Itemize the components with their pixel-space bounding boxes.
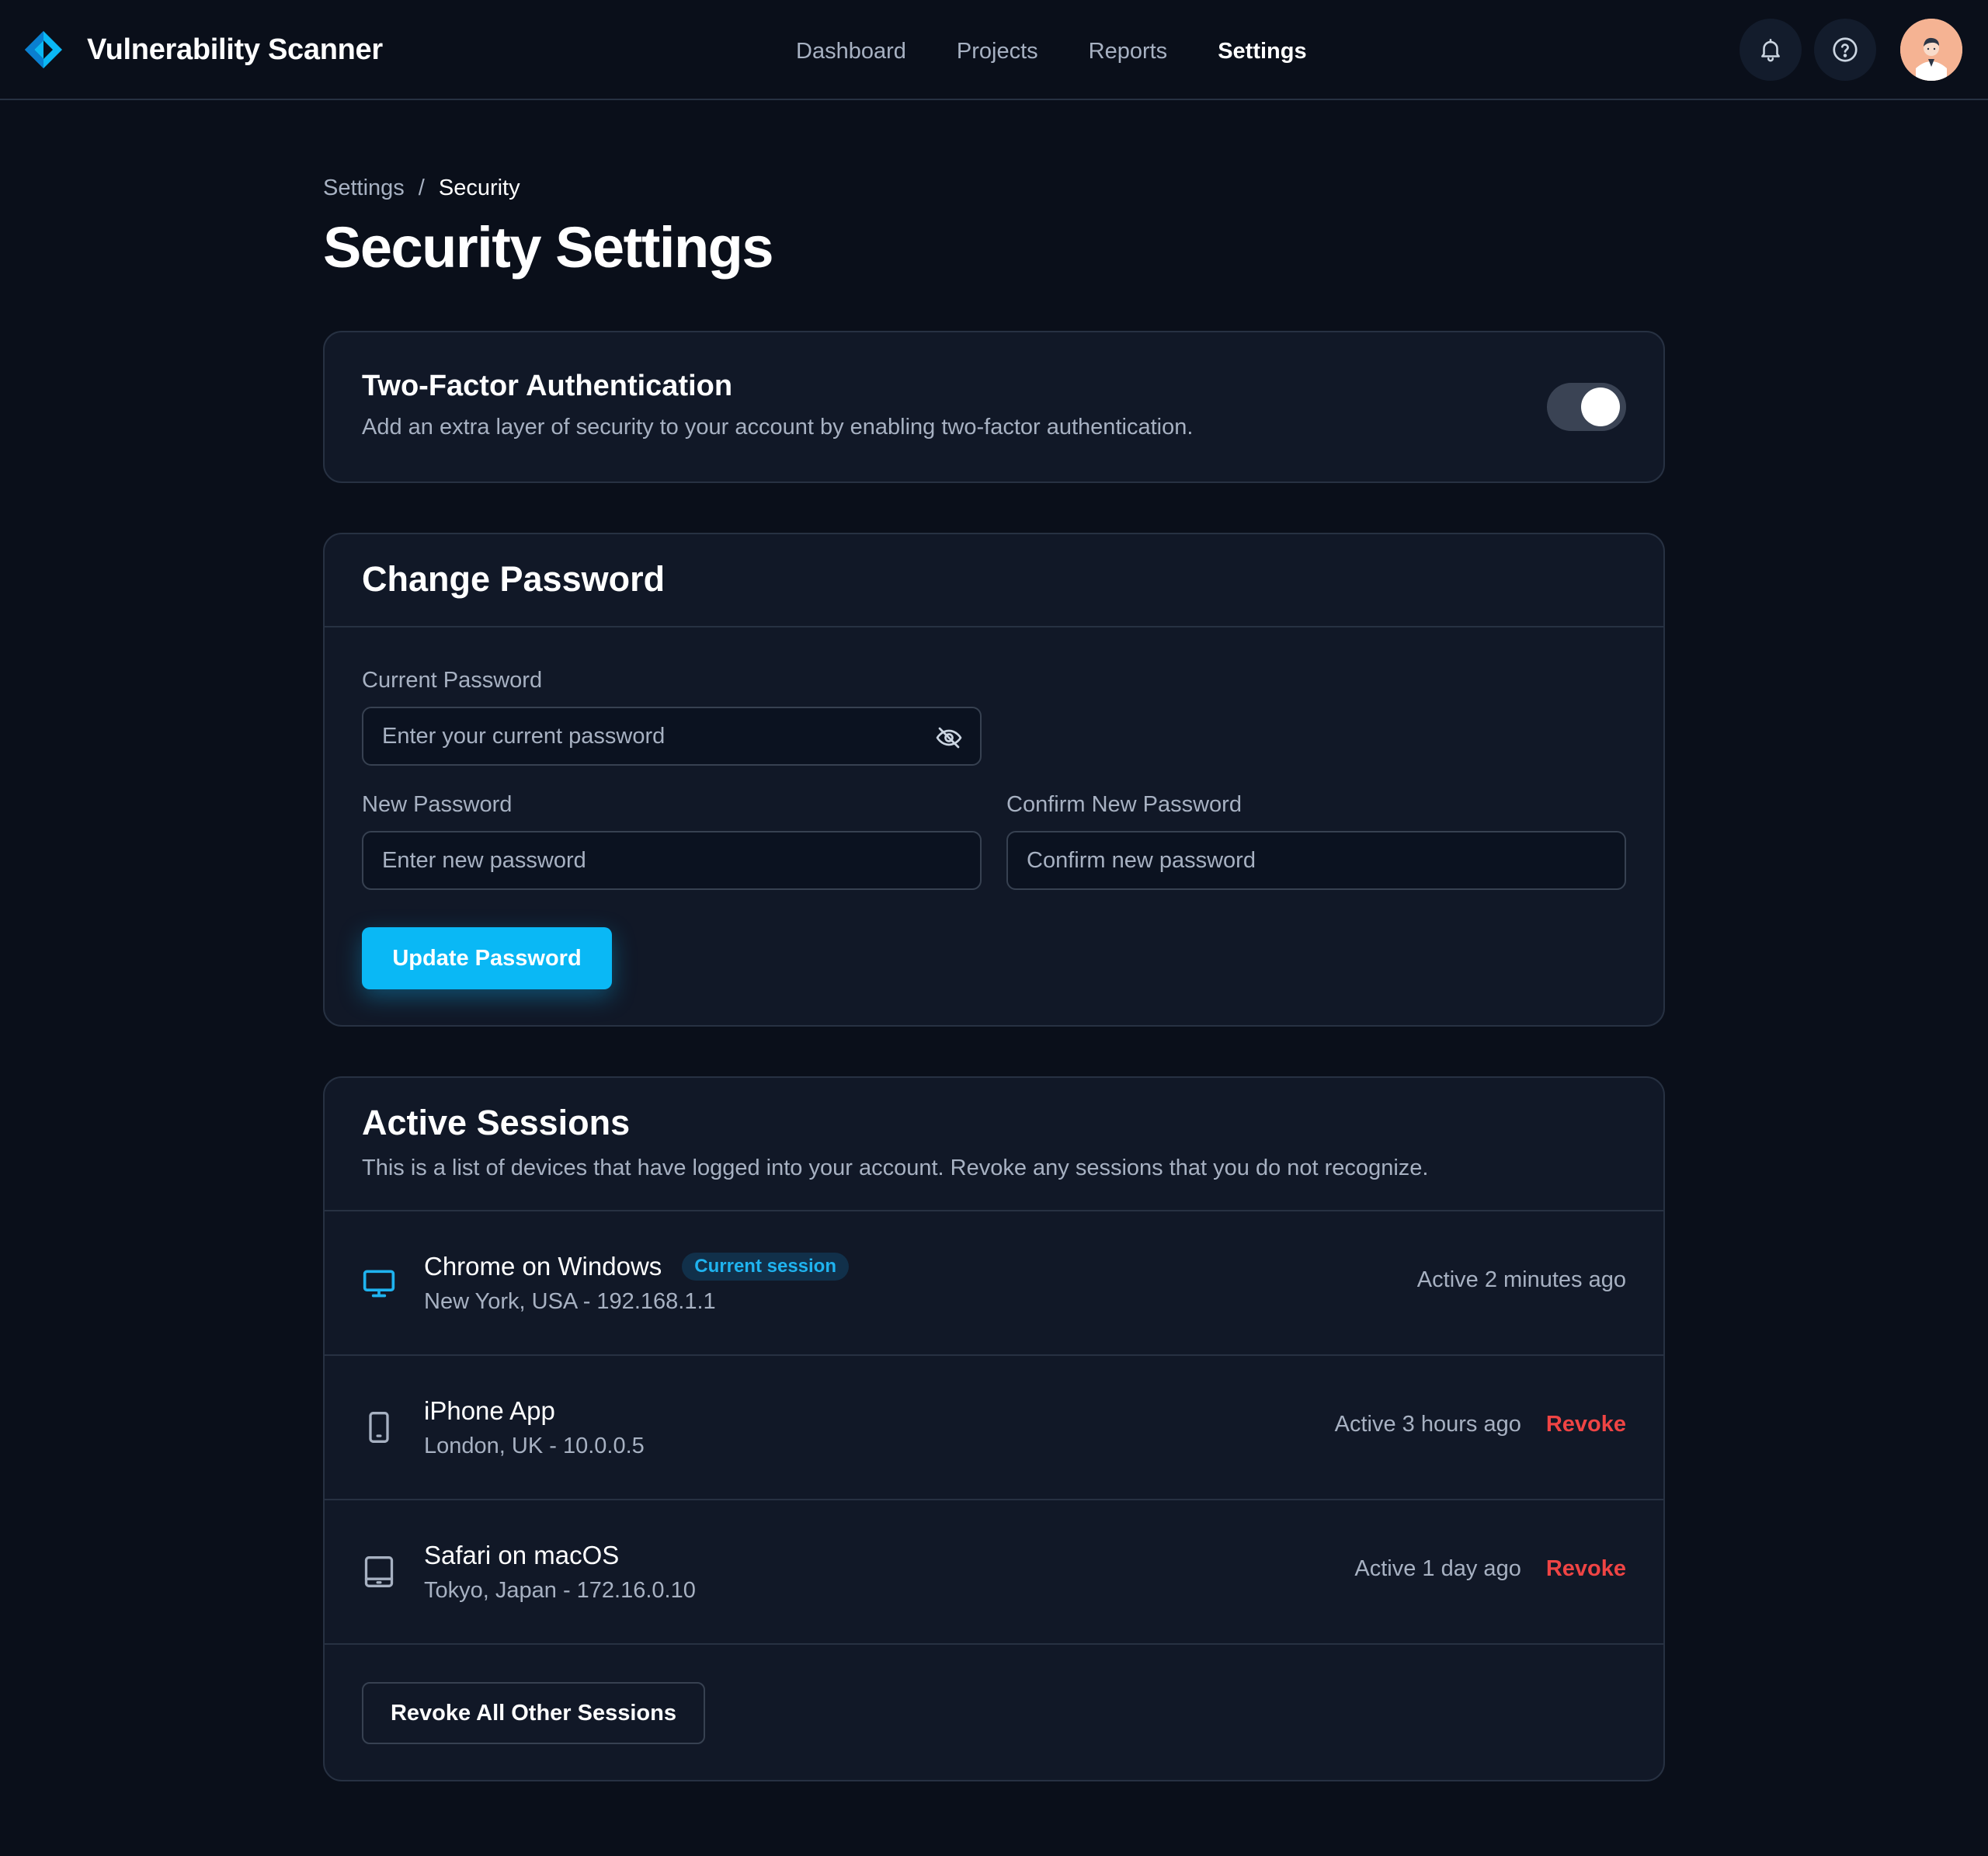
tablet-icon: [364, 1556, 394, 1587]
session-divider: [325, 1643, 1663, 1645]
change-password-title: Change Password: [362, 559, 666, 599]
desktop-icon: [363, 1270, 395, 1298]
breadcrumb-current: Security: [438, 176, 520, 200]
active-sessions-title: Active Sessions: [362, 1103, 631, 1142]
two-factor-toggle[interactable]: [1547, 383, 1626, 431]
confirm-password-placeholder: Confirm new password: [1027, 847, 1256, 873]
page-title: Security Settings: [323, 215, 774, 280]
app-title: Vulnerability Scanner: [87, 33, 383, 66]
breadcrumb: Settings / Security: [323, 176, 520, 201]
session-device: Chrome on Windows Current session: [424, 1252, 849, 1281]
two-factor-description: Add an extra layer of security to your a…: [362, 415, 1194, 440]
active-sessions-card: Active Sessions This is a list of device…: [323, 1076, 1665, 1781]
session-row: iPhone App London, UK - 10.0.0.5 Active …: [325, 1356, 1663, 1499]
revoke-session-button[interactable]: Revoke: [1546, 1556, 1626, 1582]
active-sessions-description: This is a list of devices that have logg…: [362, 1156, 1429, 1180]
notifications-button[interactable]: [1740, 19, 1802, 81]
top-navigation-bar: Vulnerability Scanner Dashboard Projects…: [0, 0, 1988, 100]
nav-link-settings[interactable]: Settings: [1218, 36, 1306, 67]
session-device-name: Chrome on Windows: [424, 1252, 662, 1281]
brand[interactable]: Vulnerability Scanner: [23, 30, 383, 70]
change-password-card: Change Password Current Password Enter y…: [323, 533, 1665, 1027]
session-device-name: iPhone App: [424, 1396, 555, 1425]
phone-icon: [369, 1412, 389, 1443]
revoke-session-button[interactable]: Revoke: [1546, 1412, 1626, 1437]
session-device: Safari on macOS: [424, 1541, 619, 1570]
session-last-active: Active 2 minutes ago: [1416, 1267, 1626, 1292]
card-divider: [325, 626, 1663, 627]
session-row: Safari on macOS Tokyo, Japan - 172.16.0.…: [325, 1500, 1663, 1643]
eye-off-icon[interactable]: [935, 724, 963, 752]
new-password-placeholder: Enter new password: [382, 847, 586, 873]
update-password-button[interactable]: Update Password: [362, 927, 612, 989]
avatar-illustration: [1900, 19, 1962, 81]
help-circle-icon: [1833, 37, 1858, 62]
session-device: iPhone App: [424, 1396, 555, 1426]
breadcrumb-separator: /: [418, 176, 425, 200]
current-password-input[interactable]: Enter your current password: [362, 707, 982, 766]
new-password-label: New Password: [362, 792, 513, 817]
session-last-active: Active 3 hours ago: [1334, 1412, 1521, 1437]
breadcrumb-parent[interactable]: Settings: [323, 176, 405, 201]
nav-link-dashboard[interactable]: Dashboard: [796, 36, 906, 67]
current-session-badge: Current session: [682, 1253, 849, 1281]
two-factor-title: Two-Factor Authentication: [362, 370, 733, 402]
session-status: Active 3 hours ago Revoke: [1335, 1412, 1626, 1437]
session-status: Active 2 minutes ago: [1417, 1267, 1626, 1293]
nav-link-reports[interactable]: Reports: [1089, 36, 1168, 67]
confirm-password-label: Confirm New Password: [1006, 792, 1242, 817]
main-nav: Dashboard Projects Reports Settings: [796, 36, 1357, 67]
session-location: New York, USA - 192.168.1.1: [424, 1289, 716, 1314]
bell-icon: [1761, 38, 1780, 62]
session-location: Tokyo, Japan - 172.16.0.10: [424, 1578, 696, 1603]
revoke-all-sessions-button[interactable]: Revoke All Other Sessions: [362, 1682, 705, 1744]
nav-link-projects[interactable]: Projects: [957, 36, 1038, 67]
current-password-placeholder: Enter your current password: [382, 723, 666, 749]
session-last-active: Active 1 day ago: [1354, 1556, 1521, 1581]
confirm-password-input[interactable]: Confirm new password: [1006, 831, 1626, 890]
diamond-logo-icon: [25, 31, 62, 68]
toggle-knob: [1581, 388, 1620, 426]
session-location: London, UK - 10.0.0.5: [424, 1434, 645, 1458]
new-password-input[interactable]: Enter new password: [362, 831, 982, 890]
current-password-label: Current Password: [362, 668, 543, 693]
two-factor-card: Two-Factor Authentication Add an extra l…: [323, 331, 1665, 483]
session-device-name: Safari on macOS: [424, 1541, 620, 1569]
session-row: Chrome on Windows Current session New Yo…: [325, 1211, 1663, 1354]
user-avatar[interactable]: [1900, 19, 1962, 81]
session-status: Active 1 day ago Revoke: [1354, 1556, 1626, 1582]
help-button[interactable]: [1814, 19, 1876, 81]
